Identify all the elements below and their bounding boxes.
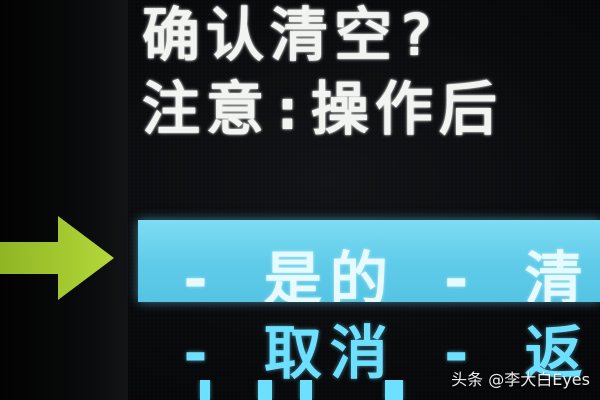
option-confirm-yes-label: - 是的 - 清	[178, 245, 591, 302]
device-screen: 确认清空? 注意:操作后 - 是的 - 清 - 取消 - 返 头条 @李大白Ey…	[0, 0, 600, 400]
arrow-right-icon	[0, 216, 114, 300]
option-confirm-yes[interactable]: - 是的 - 清	[138, 220, 600, 302]
watermark-label: 头条 @李大白Eyes	[451, 370, 590, 389]
option-next-partial	[180, 380, 480, 400]
screen-bezel	[0, 0, 128, 400]
dialog-title: 确认清空?	[142, 1, 439, 69]
dialog-note: 注意:操作后	[142, 75, 503, 143]
